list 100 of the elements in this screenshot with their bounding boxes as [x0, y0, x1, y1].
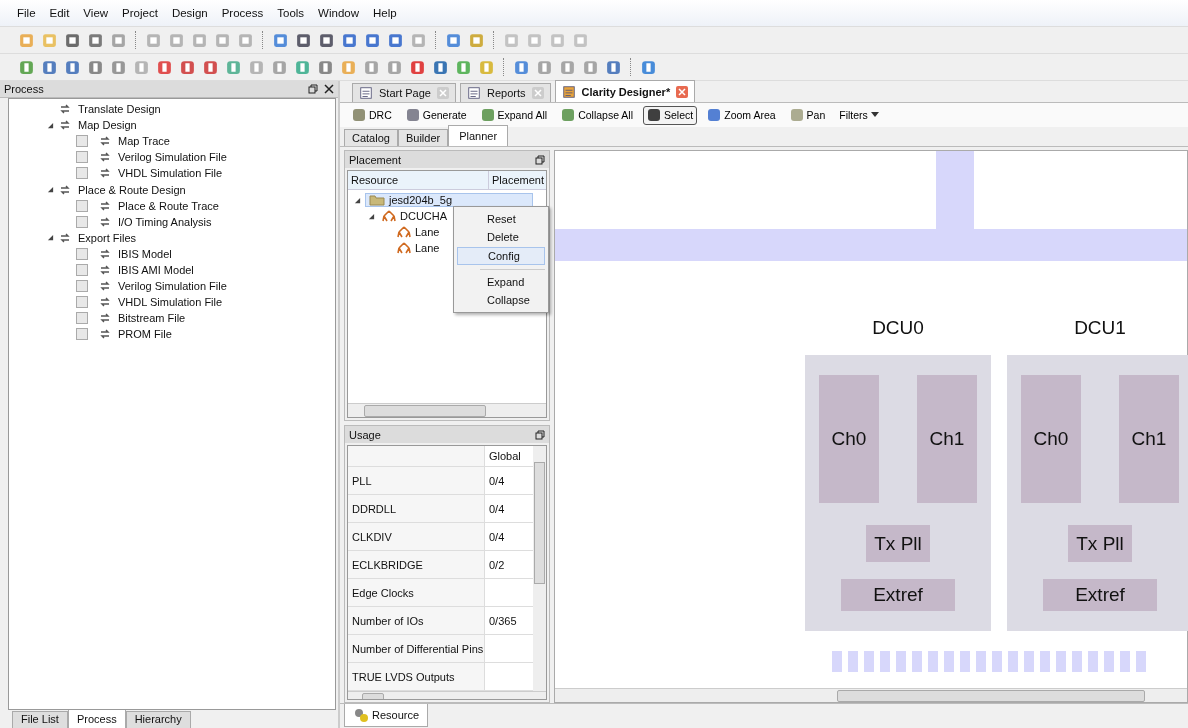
- refclk-block[interactable]: Extref: [1043, 579, 1157, 611]
- dcu-block[interactable]: Ch0 Ch1 Tx Pll Extref: [805, 355, 991, 631]
- checkbox[interactable]: [76, 296, 88, 309]
- tree-item[interactable]: Lane: [394, 242, 443, 254]
- document-tab[interactable]: Reports: [460, 83, 551, 102]
- context-menu-item[interactable]: Delete: [457, 229, 545, 245]
- process-output[interactable]: Verilog Simulation File: [118, 151, 227, 164]
- channel-block[interactable]: Ch0: [1021, 375, 1081, 503]
- tool-icon: [561, 108, 576, 122]
- toolbar-button[interactable]: Zoom Area: [703, 105, 780, 125]
- restore-icon[interactable]: [535, 429, 545, 440]
- menu-item[interactable]: Project: [115, 7, 165, 19]
- cycle-arrows-icon: [99, 215, 111, 228]
- checkbox[interactable]: [76, 280, 88, 293]
- expander-icon[interactable]: [354, 196, 361, 204]
- process-step[interactable]: Export Files: [78, 231, 137, 244]
- tool-icon: [352, 108, 366, 122]
- checkbox[interactable]: [76, 328, 88, 341]
- view-tab[interactable]: Planner: [448, 125, 509, 146]
- toolbar-button[interactable]: Expand All: [476, 105, 552, 125]
- tree-item[interactable]: jesd204b_5g: [365, 193, 533, 207]
- horizontal-scrollbar[interactable]: [555, 688, 1187, 702]
- view-tab[interactable]: Builder: [397, 129, 449, 146]
- process-output[interactable]: I/O Timing Analysis: [118, 215, 212, 228]
- close-icon[interactable]: [324, 84, 334, 94]
- process-output[interactable]: Verilog Simulation File: [118, 280, 227, 293]
- cycle-arrows-icon: [99, 167, 111, 180]
- process-step[interactable]: Place & Route Design: [78, 183, 186, 196]
- table-cell: TRUE LVDS Outputs: [348, 663, 485, 690]
- caret-icon: [870, 112, 879, 118]
- toolbar-button[interactable]: Pan: [785, 105, 830, 125]
- checkbox[interactable]: [76, 151, 88, 164]
- process-output[interactable]: IBIS AMI Model: [118, 264, 194, 276]
- channel-block[interactable]: Ch1: [917, 375, 977, 503]
- checkbox[interactable]: [76, 199, 88, 212]
- menu-item[interactable]: View: [76, 7, 116, 19]
- toolbar-button[interactable]: Generate: [401, 105, 471, 125]
- checkbox[interactable]: [76, 167, 88, 180]
- context-menu-item[interactable]: Reset: [457, 211, 545, 227]
- menu-item[interactable]: File: [10, 7, 43, 19]
- restore-icon[interactable]: [308, 84, 318, 94]
- process-output[interactable]: Place & Route Trace: [118, 199, 219, 212]
- channel-block[interactable]: Ch0: [819, 375, 879, 503]
- cycle-arrows-icon: [59, 231, 71, 244]
- menu-item[interactable]: Window: [311, 7, 366, 19]
- panel-tab[interactable]: Resource: [344, 704, 429, 727]
- restore-icon[interactable]: [535, 154, 545, 165]
- table-cell: Number of IOs: [348, 607, 485, 634]
- expander-icon[interactable]: [368, 212, 375, 220]
- menu-item[interactable]: Help: [366, 7, 404, 19]
- menu-item[interactable]: Process: [214, 7, 271, 19]
- toolbar-button[interactable]: Filters: [835, 105, 883, 125]
- menu-item[interactable]: Design: [164, 7, 215, 19]
- checkbox[interactable]: [76, 264, 88, 276]
- process-output[interactable]: PROM File: [118, 328, 172, 341]
- process-output[interactable]: VHDL Simulation File: [118, 296, 223, 309]
- document-tab[interactable]: Start Page: [352, 83, 456, 102]
- block-title: DCU1: [1074, 317, 1126, 339]
- panel-title: Usage: [349, 428, 381, 441]
- pll-block[interactable]: Tx Pll: [1068, 525, 1132, 562]
- panel-tab[interactable]: File List: [12, 711, 68, 728]
- cycle-arrows-icon: [99, 328, 111, 341]
- context-menu-item[interactable]: Config: [457, 247, 545, 265]
- pll-block[interactable]: Tx Pll: [866, 525, 930, 562]
- process-output[interactable]: Bitstream File: [118, 312, 186, 325]
- panel-tab[interactable]: Hierarchy: [125, 711, 191, 728]
- dcu-block[interactable]: Ch0 Ch1 Tx Pll Extref: [1007, 355, 1188, 631]
- tool-icon: [405, 108, 420, 122]
- toolbar-button[interactable]: Select: [643, 105, 698, 125]
- hierarchy-icon: [397, 242, 411, 254]
- toolbar-button[interactable]: DRC: [348, 105, 396, 125]
- process-step[interactable]: Translate Design: [78, 103, 161, 116]
- horizontal-scrollbar[interactable]: [348, 403, 546, 417]
- view-tab[interactable]: Catalog: [344, 129, 398, 146]
- context-menu-item[interactable]: Expand: [457, 274, 545, 290]
- cycle-arrows-icon: [59, 119, 71, 132]
- channel-block[interactable]: Ch1: [1119, 375, 1179, 503]
- panel-tab[interactable]: Process: [67, 710, 126, 728]
- folder-icon: [369, 194, 385, 206]
- process-step[interactable]: Map Design: [78, 119, 137, 132]
- process-output[interactable]: VHDL Simulation File: [118, 167, 223, 180]
- checkbox[interactable]: [76, 215, 88, 228]
- vertical-scrollbar[interactable]: [533, 446, 546, 691]
- document-tab[interactable]: Clarity Designer*: [554, 80, 696, 102]
- process-output[interactable]: IBIS Model: [118, 247, 172, 260]
- column-header[interactable]: Placement: [489, 171, 546, 189]
- menu-item[interactable]: Edit: [42, 7, 77, 19]
- process-output[interactable]: Map Trace: [118, 135, 170, 148]
- menu-item[interactable]: Tools: [270, 7, 312, 19]
- refclk-block[interactable]: Extref: [841, 579, 955, 611]
- tree-item[interactable]: DCUCHA: [379, 210, 451, 222]
- cycle-arrows-icon: [99, 135, 111, 148]
- checkbox[interactable]: [76, 312, 88, 325]
- table-cell: DDRDLL: [348, 495, 485, 522]
- checkbox[interactable]: [76, 135, 88, 148]
- toolbar-button[interactable]: Collapse All: [557, 105, 638, 125]
- tree-item[interactable]: Lane: [394, 226, 443, 238]
- column-header[interactable]: Resource: [348, 171, 489, 189]
- checkbox[interactable]: [76, 247, 88, 260]
- context-menu-item[interactable]: Collapse: [457, 292, 545, 308]
